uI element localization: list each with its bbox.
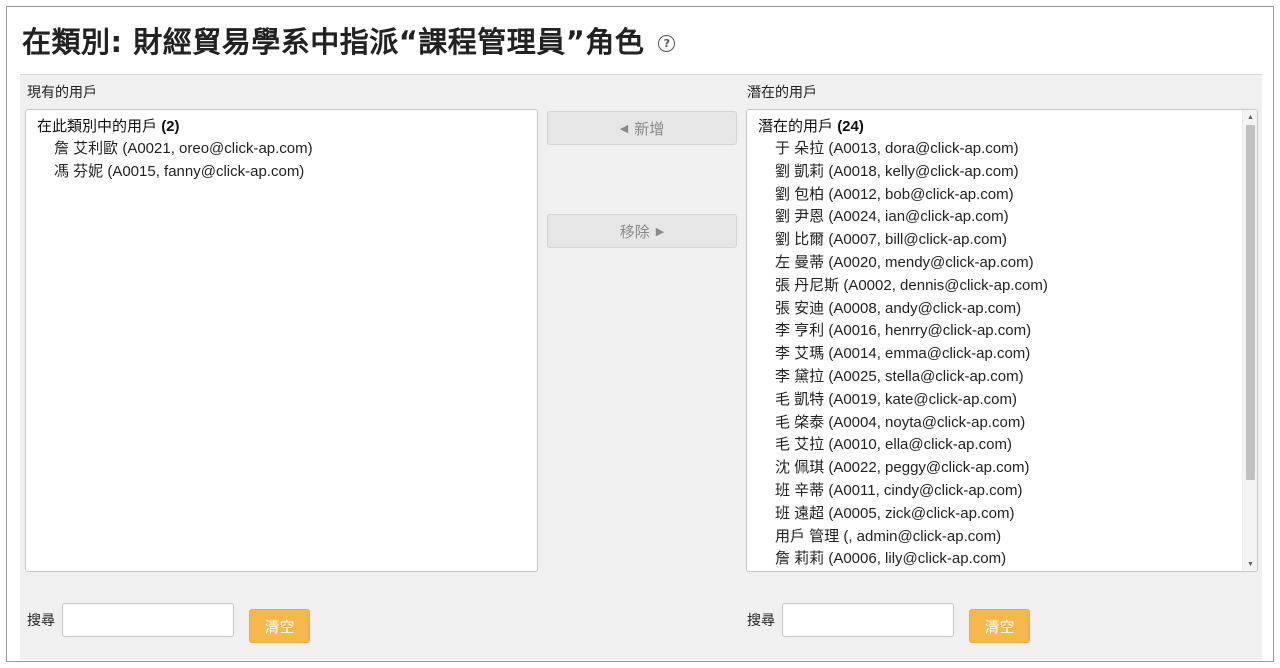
potential-user-option[interactable]: 班 遠超 (A0005, zick@click-ap.com) bbox=[747, 503, 1257, 526]
potential-user-option[interactable]: 李 艾瑪 (A0014, emma@click-ap.com) bbox=[747, 343, 1257, 366]
potential-group-label: 潛在的用戶 (24) bbox=[758, 118, 864, 135]
potential-clear-button[interactable]: 清空 bbox=[969, 609, 1030, 643]
potential-user-option[interactable]: 班 辛蒂 (A0011, cindy@click-ap.com) bbox=[747, 480, 1257, 503]
potential-user-option[interactable]: 毛 艾拉 (A0010, ella@click-ap.com) bbox=[747, 434, 1257, 457]
scroll-up-icon[interactable]: ▲ bbox=[1243, 110, 1257, 124]
potential-user-option[interactable]: 李 黛拉 (A0025, stella@click-ap.com) bbox=[747, 366, 1257, 389]
existing-user-option[interactable]: 馮 芬妮 (A0015, fanny@click-ap.com) bbox=[26, 161, 537, 184]
add-button[interactable]: ◀ 新增 bbox=[547, 111, 737, 145]
existing-clear-button[interactable]: 清空 bbox=[249, 609, 310, 643]
potential-users-scrollbar[interactable]: ▲ ▼ bbox=[1242, 110, 1257, 571]
existing-user-option[interactable]: 詹 艾利歐 (A0021, oreo@click-ap.com) bbox=[26, 138, 537, 161]
potential-user-option[interactable]: 張 丹尼斯 (A0002, dennis@click-ap.com) bbox=[747, 275, 1257, 298]
potential-user-option[interactable]: 劉 尹恩 (A0024, ian@click-ap.com) bbox=[747, 206, 1257, 229]
scrollbar-thumb[interactable] bbox=[1246, 125, 1255, 480]
heading-row: 在類別: 財經貿易學系中指派“課程管理員”角色 ? bbox=[6, 6, 1274, 74]
existing-search-label: 搜尋 bbox=[27, 613, 55, 629]
potential-search-input[interactable] bbox=[782, 603, 954, 637]
potential-user-option[interactable]: 張 安迪 (A0008, andy@click-ap.com) bbox=[747, 298, 1257, 321]
potential-user-option[interactable]: 用戶 管理 (, admin@click-ap.com) bbox=[747, 526, 1257, 549]
potential-users-label: 潛在的用戶 bbox=[747, 85, 817, 101]
potential-user-option[interactable]: 毛 棨泰 (A0004, noyta@click-ap.com) bbox=[747, 412, 1257, 435]
existing-users-select[interactable]: 在此類別中的用戶 (2) 詹 艾利歐 (A0021, oreo@click-ap… bbox=[25, 109, 538, 572]
arrow-right-icon: ▶ bbox=[655, 224, 665, 238]
arrow-left-icon: ◀ bbox=[619, 121, 629, 135]
existing-search-input[interactable] bbox=[62, 603, 234, 637]
potential-user-option[interactable]: 于 朵拉 (A0013, dora@click-ap.com) bbox=[747, 138, 1257, 161]
existing-group-label: 在此類別中的用戶 (2) bbox=[37, 118, 180, 135]
potential-user-option[interactable]: 左 曼蒂 (A0020, mendy@click-ap.com) bbox=[747, 252, 1257, 275]
potential-user-option[interactable]: 詹 莉莉 (A0006, lily@click-ap.com) bbox=[747, 548, 1257, 571]
potential-user-option[interactable]: 沈 佩琪 (A0022, peggy@click-ap.com) bbox=[747, 457, 1257, 480]
potential-user-option[interactable]: 劉 比爾 (A0007, bill@click-ap.com) bbox=[747, 229, 1257, 252]
remove-button[interactable]: 移除 ▶ bbox=[547, 214, 737, 248]
potential-users-select[interactable]: 潛在的用戶 (24) 于 朵拉 (A0013, dora@click-ap.co… bbox=[746, 109, 1258, 572]
scroll-down-icon[interactable]: ▼ bbox=[1243, 557, 1257, 571]
potential-user-option[interactable]: 毛 凱特 (A0019, kate@click-ap.com) bbox=[747, 389, 1257, 412]
potential-search-label: 搜尋 bbox=[747, 613, 775, 629]
potential-user-option[interactable]: 劉 凱莉 (A0018, kelly@click-ap.com) bbox=[747, 161, 1257, 184]
page-title: 在類別: 財經貿易學系中指派“課程管理員”角色 bbox=[22, 25, 645, 59]
existing-users-label: 現有的用戶 bbox=[27, 85, 97, 101]
potential-user-option[interactable]: 李 亨利 (A0016, henrry@click-ap.com) bbox=[747, 320, 1257, 343]
potential-user-option[interactable]: 劉 包柏 (A0012, bob@click-ap.com) bbox=[747, 184, 1257, 207]
add-button-label: 新增 bbox=[634, 119, 665, 138]
help-icon[interactable]: ? bbox=[658, 34, 676, 52]
remove-button-label: 移除 bbox=[619, 222, 650, 241]
